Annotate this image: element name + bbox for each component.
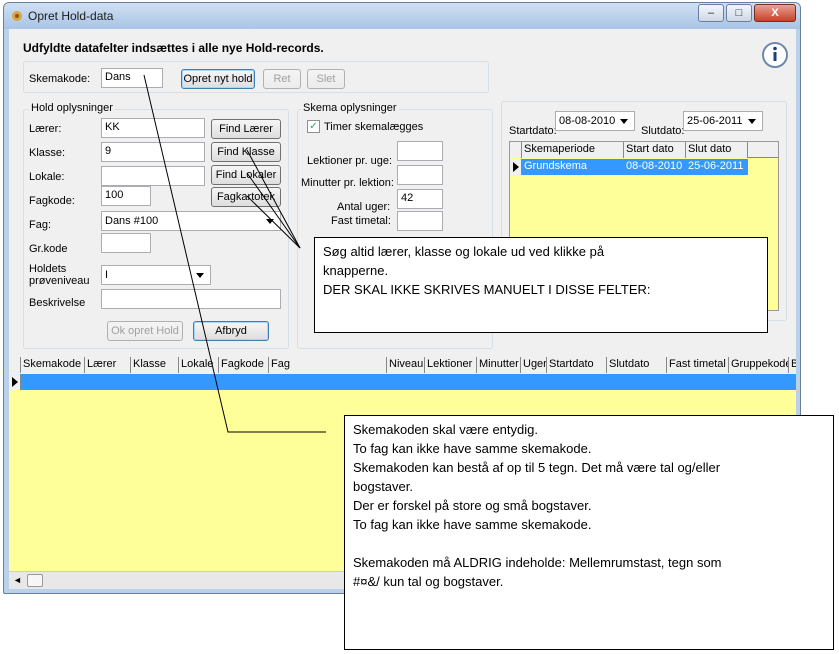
leader-line-find-klasse <box>246 172 301 249</box>
leader-line-find-laerer <box>246 149 301 249</box>
leader-line-skemakode <box>143 74 326 433</box>
leader-line-find-lokaler <box>246 195 301 249</box>
callout-skemakode-rules: Skemakoden skal være entydig. To fag kan… <box>344 415 834 650</box>
callout-find-buttons: Søg altid lærer, klasse og lokale ud ved… <box>314 237 768 333</box>
